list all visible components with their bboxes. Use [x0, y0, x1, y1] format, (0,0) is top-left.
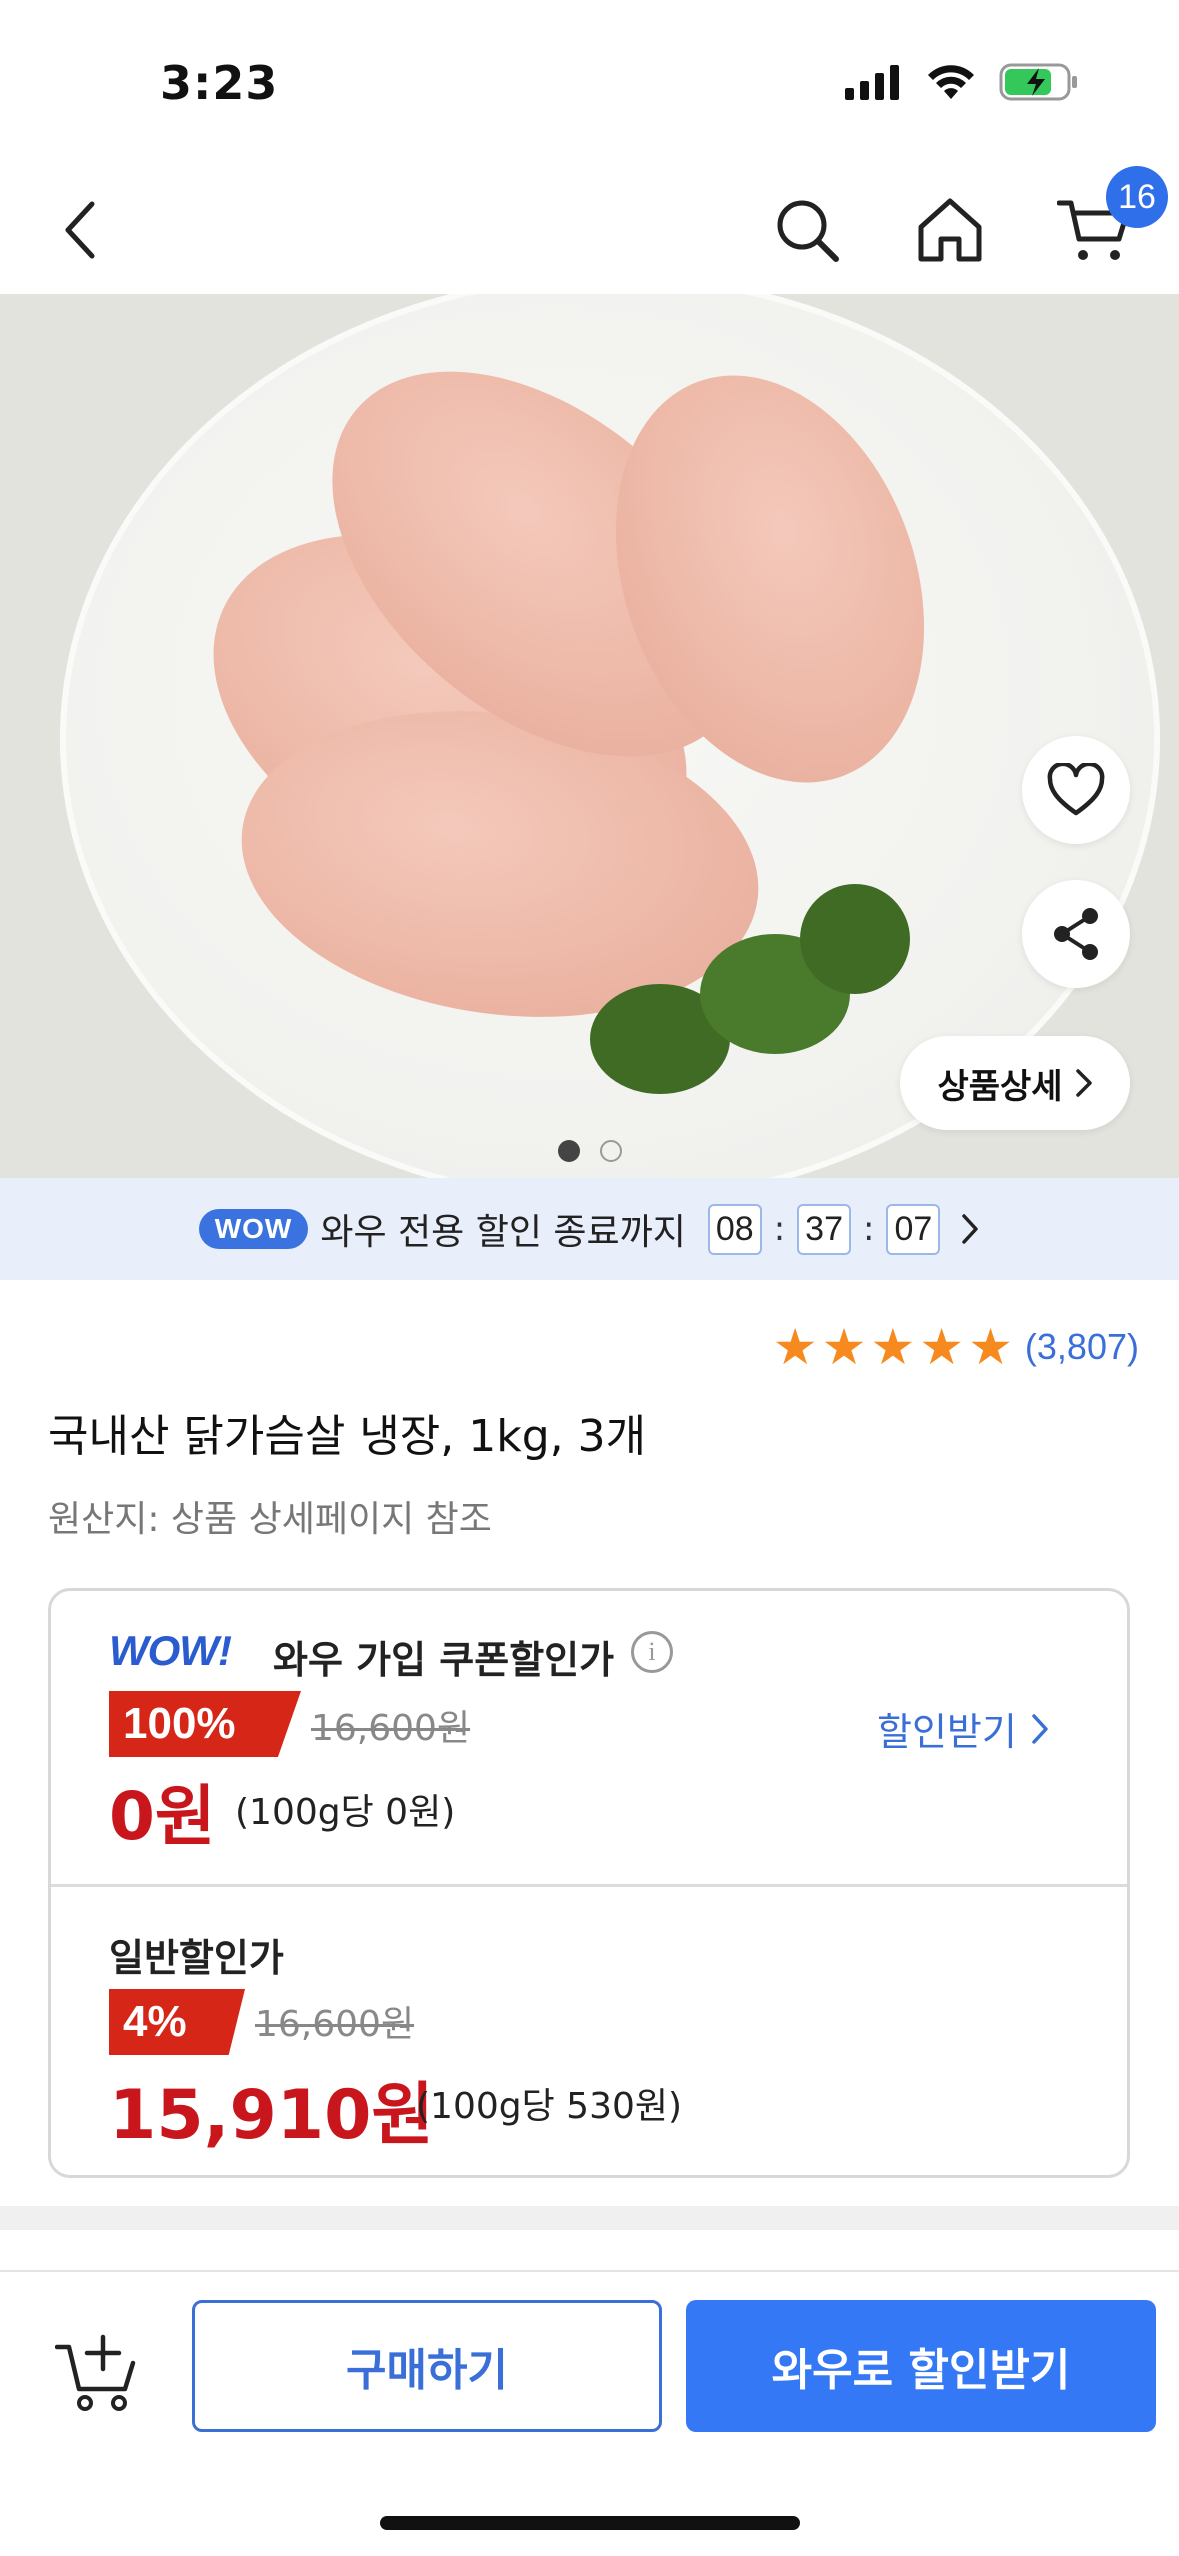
rating[interactable]: ★ ★ ★ ★ ★ (3,807) [773, 1322, 1139, 1372]
normal-price-label: 일반할인가 [109, 1936, 284, 1980]
heart-icon [1047, 763, 1105, 816]
wifi-icon [928, 65, 974, 99]
info-icon[interactable]: i [631, 1631, 673, 1673]
bottom-action-bar: 구매하기 와우로 할인받기 [0, 2270, 1179, 2556]
normal-price-section: 일반할인가 4% 16,600원 15,910원 (100g당 530원) [51, 1887, 1127, 2181]
favorite-button[interactable] [1022, 736, 1130, 844]
star-icon: ★ [772, 1318, 818, 1376]
star-icon: ★ [821, 1318, 867, 1376]
timer-minutes: 37 [797, 1203, 851, 1255]
claim-discount-label: 할인받기 [877, 1710, 1017, 1754]
share-icon [1054, 908, 1098, 960]
section-divider [0, 2206, 1179, 2230]
parsley-garnish [800, 884, 910, 994]
product-origin: 원산지: 상품 상세페이지 참조 [48, 1499, 492, 1540]
timer-separator: : [863, 1209, 875, 1249]
normal-final-price: 15,910원 [109, 2076, 434, 2155]
review-count[interactable]: (3,807) [1025, 1326, 1139, 1368]
timer-label: 와우 전용 할인 종료까지 [320, 1212, 686, 1253]
home-indicator [380, 2516, 800, 2530]
search-button[interactable] [765, 188, 849, 272]
search-icon [777, 200, 839, 262]
timer-hours: 08 [707, 1203, 762, 1255]
normal-unit-price: (100g당 530원) [416, 2086, 683, 2127]
wow-logo: WOW! [109, 1627, 232, 1674]
star-icon: ★ [870, 1318, 916, 1376]
product-detail-label: 상품상세 [937, 1066, 1063, 1107]
wow-price-section: WOW! 와우 가입 쿠폰할인가 i 100% 16,600원 0원 (100g… [51, 1591, 1127, 1887]
product-detail-button[interactable]: 상품상세 [900, 1036, 1130, 1130]
buy-button[interactable]: 구매하기 [192, 2300, 662, 2432]
wow-unit-price: (100g당 0원) [235, 1792, 456, 1833]
wow-discount-tag: 100% [109, 1691, 301, 1757]
chevron-right-icon [1075, 1069, 1092, 1097]
pagination-dot[interactable] [599, 1140, 622, 1162]
status-time: 3:23 [160, 56, 279, 110]
back-button[interactable] [40, 190, 120, 270]
share-button[interactable] [1022, 880, 1130, 988]
pagination-dot-active[interactable] [557, 1140, 580, 1162]
claim-discount-link[interactable]: 할인받기 [877, 1701, 1049, 1756]
home-icon [918, 198, 982, 262]
price-card: WOW! 와우 가입 쿠폰할인가 i 100% 16,600원 0원 (100g… [48, 1588, 1130, 2178]
battery-icon [999, 63, 1077, 101]
timer-separator: : [773, 1209, 786, 1249]
nav-bar [0, 170, 1179, 290]
wow-price-label: 와우 가입 쿠폰할인가 [273, 1638, 615, 1682]
wow-final-price: 0원 [109, 1778, 216, 1855]
signal-icon [845, 65, 899, 100]
chevron-left-icon [65, 201, 95, 259]
status-bar: 3:23 [0, 0, 1179, 160]
chevron-right-icon [962, 1214, 979, 1244]
product-image[interactable]: 상품상세 [0, 294, 1179, 1178]
timer-seconds: 07 [886, 1203, 941, 1255]
add-to-cart-button[interactable] [52, 2328, 142, 2418]
cart-count-badge: 16 [1106, 166, 1168, 228]
image-pagination [0, 1140, 1179, 1162]
home-button[interactable] [908, 188, 992, 272]
wow-badge: WOW [198, 1209, 309, 1249]
add-cart-icon [55, 2334, 136, 2411]
wow-discount-buy-button[interactable]: 와우로 할인받기 [686, 2300, 1156, 2432]
star-icon: ★ [919, 1318, 965, 1376]
chevron-right-icon [1032, 1713, 1048, 1744]
product-title: 국내산 닭가슴살 냉장, 1kg, 3개 [48, 1411, 647, 1462]
normal-discount-tag: 4% [109, 1989, 245, 2055]
star-icon: ★ [968, 1318, 1013, 1376]
wow-timer-banner[interactable]: WOW 와우 전용 할인 종료까지 08 : 37 : 07 [0, 1178, 1179, 1280]
status-icons [843, 62, 1079, 102]
normal-original-price: 16,600원 [255, 2004, 415, 2045]
wow-original-price: 16,600원 [311, 1708, 471, 1749]
